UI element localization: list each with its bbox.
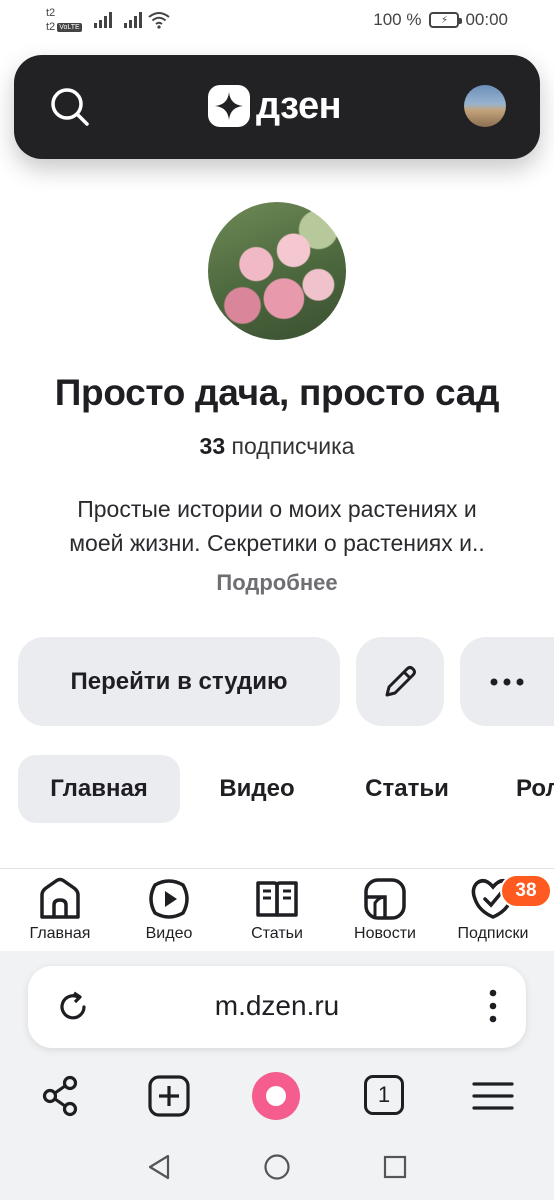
home-button-icon[interactable] <box>263 1153 291 1181</box>
signal-icon-2 <box>124 12 142 28</box>
app-header: дзен <box>14 55 540 159</box>
subscribers-number: 33 <box>199 433 226 459</box>
recents-icon[interactable] <box>382 1153 408 1181</box>
carrier-1: t2 <box>46 7 56 19</box>
tabs-count: 1 <box>377 1082 391 1107</box>
url-bar[interactable]: m.dzen.ru <box>28 966 526 1048</box>
pencil-icon <box>385 665 416 696</box>
nav-articles[interactable]: Статьи <box>227 877 327 943</box>
nav-home[interactable]: Главная <box>10 877 110 943</box>
tab-articles[interactable]: Статьи <box>346 755 468 823</box>
kebab-menu-icon[interactable] <box>488 988 498 1024</box>
status-bar: t2 t2 VoLTE 100 % ⚡ 00:00 <box>0 0 554 42</box>
volte-badge: VoLTE <box>57 22 82 32</box>
nav-news-label: Новости <box>354 925 416 942</box>
tab-rolls[interactable]: Рол <box>500 755 554 823</box>
go-to-studio-button[interactable]: Перейти в студию <box>18 637 340 726</box>
nav-articles-label: Статьи <box>251 925 303 942</box>
hamburger-menu-icon[interactable] <box>472 1075 514 1117</box>
more-options-button[interactable] <box>460 637 554 726</box>
user-avatar[interactable] <box>464 85 506 127</box>
home-icon <box>40 877 80 919</box>
battery-percent: 100 % <box>373 10 422 29</box>
wifi-icon <box>148 12 170 29</box>
share-icon[interactable] <box>40 1075 82 1117</box>
channel-avatar <box>208 202 346 340</box>
carrier-info: t2 t2 VoLTE <box>46 6 82 34</box>
nav-video[interactable]: Видео <box>119 877 219 943</box>
nav-news[interactable]: Новости <box>335 877 435 943</box>
more-link[interactable]: Подробнее <box>0 570 554 596</box>
dzen-logo[interactable]: дзен <box>208 85 342 127</box>
book-icon <box>256 881 298 917</box>
status-right: 100 % ⚡ 00:00 <box>373 10 508 30</box>
description-line-2: моей жизни. Секретики о растениях и.. <box>69 530 485 556</box>
subscribers-count: 33 подписчика <box>0 433 554 460</box>
channel-title: Просто дача, просто сад <box>54 372 500 413</box>
battery-icon: ⚡ <box>429 12 463 28</box>
nav-video-label: Видео <box>145 925 193 942</box>
nav-home-label: Главная <box>29 925 91 942</box>
edit-button[interactable] <box>356 637 444 726</box>
search-icon[interactable] <box>50 87 90 127</box>
clock: 00:00 <box>465 10 508 29</box>
subscriptions-badge: 38 <box>500 874 552 908</box>
alice-icon[interactable] <box>251 1071 301 1121</box>
carrier-2: t2 <box>46 21 56 33</box>
logo-text: дзен <box>256 85 342 127</box>
new-tab-icon[interactable] <box>148 1075 190 1117</box>
dzen-logo-icon <box>208 85 250 127</box>
subscribers-label: подписчика <box>231 433 355 459</box>
nav-subscriptions-label: Подписки <box>457 925 529 942</box>
back-icon[interactable] <box>146 1153 172 1181</box>
channel-description: Простые истории о моих растениях и моей … <box>24 492 530 560</box>
url-text[interactable]: m.dzen.ru <box>28 990 526 1022</box>
tabs-icon[interactable]: 1 <box>364 1075 404 1115</box>
news-icon <box>364 878 406 920</box>
tab-main[interactable]: Главная <box>18 755 180 823</box>
video-play-icon <box>149 879 189 919</box>
more-dots-icon <box>490 678 524 685</box>
tab-video[interactable]: Видео <box>200 755 314 823</box>
signal-icon <box>94 12 112 28</box>
description-line-1: Простые истории о моих растениях и <box>77 496 477 522</box>
bottom-nav: Главная Видео Статьи Новости Подписки <box>0 869 554 951</box>
